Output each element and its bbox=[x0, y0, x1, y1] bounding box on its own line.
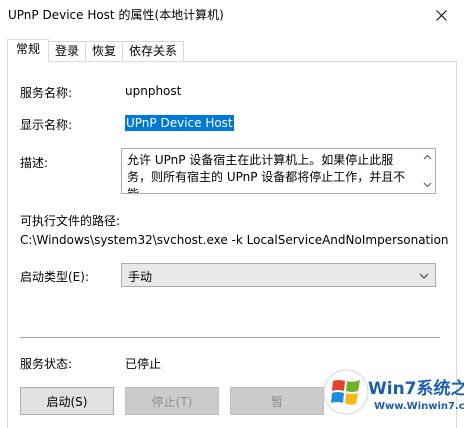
close-icon bbox=[435, 9, 447, 21]
startup-type-select[interactable]: 手动 bbox=[121, 263, 436, 287]
watermark-brand: Win7系统之家 bbox=[368, 379, 464, 399]
service-name-label: 服务名称: bbox=[20, 86, 73, 100]
tab-recovery[interactable]: 恢复 bbox=[85, 41, 124, 62]
tab-dependencies[interactable]: 依存关系 bbox=[122, 41, 185, 62]
description-textbox[interactable]: 允许 UPnP 设备宿主在此计算机上。如果停止此服务，则所有宿主的 UPnP 设… bbox=[121, 148, 436, 194]
description-text: 允许 UPnP 设备宿主在此计算机上。如果停止此服务，则所有宿主的 UPnP 设… bbox=[127, 153, 406, 194]
service-status-value: 已停止 bbox=[125, 357, 162, 371]
service-status-label: 服务状态: bbox=[20, 357, 73, 371]
display-name-label: 显示名称: bbox=[20, 118, 73, 132]
stop-button[interactable]: 停止(T) bbox=[125, 387, 219, 415]
watermark-url: Www.Winwin7.com bbox=[374, 401, 464, 412]
startup-type-value: 手动 bbox=[128, 270, 153, 284]
tab-logon[interactable]: 登录 bbox=[48, 41, 87, 62]
watermark: Win7系统之家 Www.Winwin7.com bbox=[322, 368, 464, 428]
exe-path-value: C:\Windows\system32\svchost.exe -k Local… bbox=[20, 233, 449, 247]
pause-button[interactable]: 暂 bbox=[230, 387, 324, 415]
windows-logo-icon bbox=[323, 369, 369, 415]
start-button[interactable]: 启动(S) bbox=[20, 387, 114, 415]
service-name-value: upnphost bbox=[125, 84, 182, 98]
divider bbox=[20, 337, 440, 338]
title-bar: UPnP Device Host 的属性(本地计算机) bbox=[0, 0, 464, 30]
scroll-down-icon[interactable] bbox=[423, 180, 432, 189]
tab-general[interactable]: 常规 bbox=[7, 39, 50, 62]
description-scrollbar[interactable] bbox=[420, 149, 435, 193]
exe-path-label: 可执行文件的路径: bbox=[20, 214, 121, 228]
display-name-field[interactable]: UPnP Device Host bbox=[125, 115, 234, 131]
scroll-up-icon[interactable] bbox=[423, 153, 432, 162]
window-title: UPnP Device Host 的属性(本地计算机) bbox=[8, 8, 224, 22]
description-label: 描述: bbox=[20, 156, 49, 170]
tab-strip: 常规 登录 恢复 依存关系 bbox=[7, 39, 185, 62]
chevron-down-icon bbox=[419, 273, 429, 279]
startup-type-label: 启动类型(E): bbox=[20, 270, 89, 284]
close-button[interactable] bbox=[418, 0, 464, 30]
